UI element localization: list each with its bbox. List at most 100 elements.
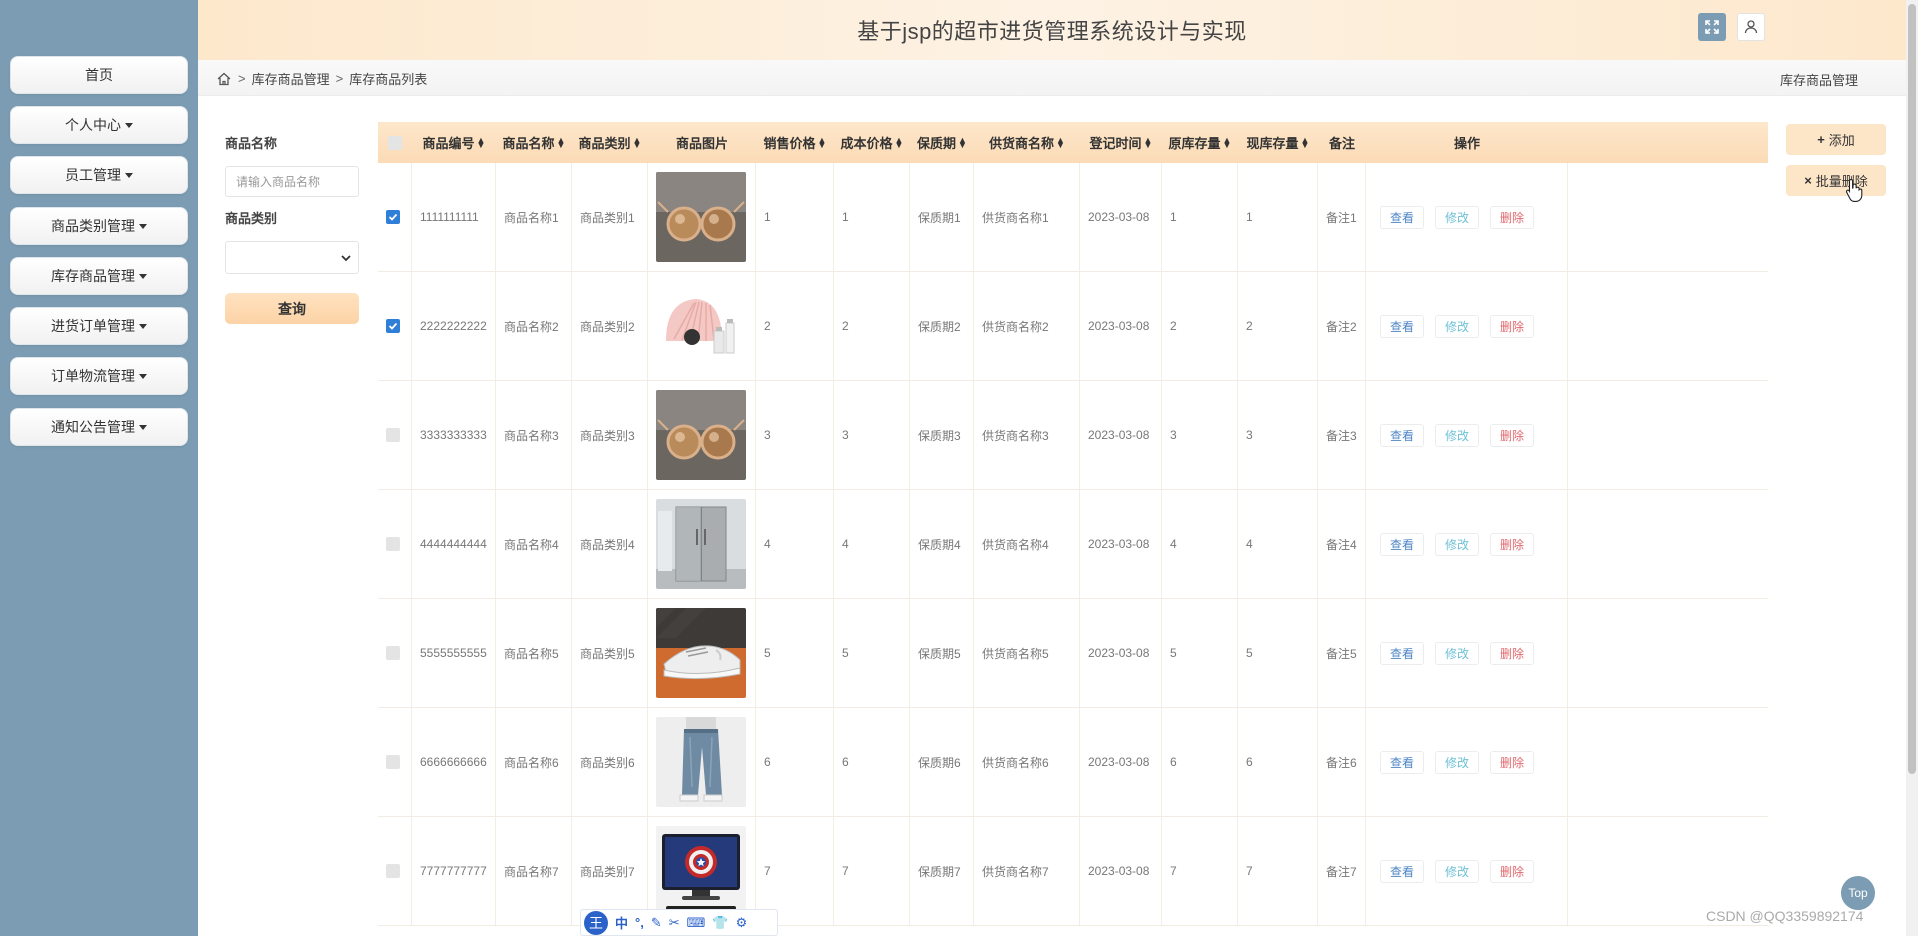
view-button[interactable]: 查看 — [1380, 750, 1425, 774]
query-button[interactable]: 查询 — [225, 293, 359, 324]
delete-button[interactable]: 删除 — [1490, 859, 1535, 883]
edit-button[interactable]: 修改 — [1435, 205, 1480, 229]
pen-icon[interactable]: ✎ — [651, 915, 662, 931]
column-header-label: 商品类别 — [578, 136, 631, 151]
cell-remark: 备注7 — [1318, 817, 1366, 925]
sort-icon[interactable]: ▲ ▼ — [1301, 135, 1310, 149]
column-header[interactable]: 商品类别 ▲ ▼ — [572, 122, 648, 163]
cell-orig-stock: 3 — [1162, 381, 1238, 489]
scissors-icon[interactable]: ✂ — [669, 915, 680, 931]
edit-button[interactable]: 修改 — [1435, 532, 1480, 556]
sidebar-item-5[interactable]: 进货订单管理 — [10, 307, 188, 345]
sidebar-item-3[interactable]: 商品类别管理 — [10, 207, 188, 245]
punctuation-icon[interactable]: °, — [635, 915, 644, 930]
row-checkbox[interactable] — [386, 864, 400, 878]
cell-date: 2023-03-08 — [1080, 163, 1162, 271]
row-select-cell — [378, 490, 412, 598]
sort-icon[interactable]: ▲ ▼ — [477, 135, 486, 149]
column-header[interactable]: 成本价格 ▲ ▼ — [834, 122, 910, 163]
sidebar-item-4[interactable]: 库存商品管理 — [10, 257, 188, 295]
sidebar-item-label: 通知公告管理 — [51, 419, 135, 435]
row-checkbox[interactable] — [386, 319, 400, 333]
edit-button[interactable]: 修改 — [1435, 859, 1480, 883]
row-checkbox[interactable] — [386, 646, 400, 660]
delete-button[interactable]: 删除 — [1490, 641, 1535, 665]
user-icon — [1744, 20, 1758, 34]
sort-icon[interactable]: ▲ ▼ — [1144, 135, 1153, 149]
product-category-select[interactable] — [225, 241, 359, 274]
view-button[interactable]: 查看 — [1380, 532, 1425, 556]
sort-icon[interactable]: ▲ ▼ — [958, 135, 967, 149]
column-header[interactable]: 现库存量 ▲ ▼ — [1238, 122, 1318, 163]
view-button[interactable]: 查看 — [1380, 423, 1425, 447]
table-row: 2222222222 商品名称2 商品类别2 2 2 保质期2 供货商名称2 2023-03-… — [378, 272, 1768, 381]
column-header[interactable]: 商品编号 ▲ ▼ — [412, 122, 496, 163]
sort-icon[interactable]: ▲ ▼ — [1056, 135, 1065, 149]
ime-mode-toggle[interactable]: 中 — [615, 913, 628, 932]
ime-logo-icon[interactable]: 王 — [584, 910, 608, 935]
add-button-label: 添加 — [1828, 133, 1855, 148]
cell-name: 商品名称6 — [496, 708, 572, 816]
delete-button[interactable]: 删除 — [1490, 532, 1535, 556]
add-button[interactable]: + 添加 — [1786, 124, 1886, 155]
cell-shelf-life: 保质期7 — [910, 817, 974, 925]
view-button[interactable]: 查看 — [1380, 641, 1425, 665]
sidebar-item-label: 商品类别管理 — [51, 218, 135, 234]
skin-icon[interactable]: 👕 — [712, 915, 728, 931]
settings-icon[interactable]: ⚙ — [736, 915, 748, 931]
row-checkbox[interactable] — [386, 537, 400, 551]
column-header[interactable]: 保质期 ▲ ▼ — [910, 122, 974, 163]
home-icon[interactable] — [216, 71, 232, 87]
view-button[interactable]: 查看 — [1380, 859, 1425, 883]
breadcrumb-item-list: 库存商品列表 — [349, 72, 428, 87]
sidebar-item-6[interactable]: 订单物流管理 — [10, 357, 188, 395]
product-name-input[interactable]: 请输入商品名称 — [225, 166, 359, 197]
page-scrollbar[interactable] — [1906, 0, 1918, 936]
row-checkbox[interactable] — [386, 210, 400, 224]
delete-button[interactable]: 删除 — [1490, 423, 1535, 447]
operations-cell: 查看 修改 删除 — [1366, 272, 1568, 380]
sort-icon[interactable]: ▲ ▼ — [895, 135, 904, 149]
delete-button[interactable]: 删除 — [1490, 205, 1535, 229]
cell-shelf-life: 保质期3 — [910, 381, 974, 489]
keyboard-icon[interactable]: ⌨ — [687, 915, 706, 931]
edit-button[interactable]: 修改 — [1435, 750, 1480, 774]
table-row: 1111111111 商品名称1 商品类别1 1 1 保质期1 供货商名称1 2023-03-… — [378, 163, 1768, 272]
row-checkbox[interactable] — [386, 755, 400, 769]
table-row: 6666666666 商品名称6 商品类别6 6 6 保质期6 供货商名称6 2023-03-… — [378, 708, 1768, 817]
fullscreen-button[interactable] — [1698, 13, 1726, 41]
edit-button[interactable]: 修改 — [1435, 314, 1480, 338]
view-button[interactable]: 查看 — [1380, 314, 1425, 338]
header: 基于jsp的超市进货管理系统设计与实现 — [198, 0, 1906, 60]
user-menu-button[interactable] — [1737, 13, 1765, 41]
column-header[interactable]: 原库存量 ▲ ▼ — [1162, 122, 1238, 163]
product-image-cell — [648, 490, 756, 598]
delete-button[interactable]: 删除 — [1490, 314, 1535, 338]
column-header[interactable]: 登记时间 ▲ ▼ — [1080, 122, 1162, 163]
row-checkbox[interactable] — [386, 428, 400, 442]
sidebar-item-7[interactable]: 通知公告管理 — [10, 408, 188, 446]
sort-icon[interactable]: ▲ ▼ — [818, 135, 827, 149]
sidebar-item-0[interactable]: 首页 — [10, 56, 188, 94]
select-all-checkbox[interactable] — [388, 135, 402, 150]
batch-delete-button[interactable]: × 批量删除 — [1786, 165, 1886, 196]
cell-cur-stock: 2 — [1238, 272, 1318, 380]
column-header[interactable]: 商品名称 ▲ ▼ — [496, 122, 572, 163]
product-image — [656, 608, 746, 698]
sort-icon[interactable]: ▲ ▼ — [633, 135, 642, 149]
sort-icon[interactable]: ▲ ▼ — [557, 135, 566, 149]
column-header-label: 成本价格 — [840, 136, 893, 151]
delete-button[interactable]: 删除 — [1490, 750, 1535, 774]
edit-button[interactable]: 修改 — [1435, 423, 1480, 447]
breadcrumb-item-inventory[interactable]: 库存商品管理 — [252, 69, 330, 88]
back-to-top-button[interactable]: Top — [1841, 876, 1875, 910]
column-header[interactable]: 供货商名称 ▲ ▼ — [974, 122, 1080, 163]
sort-icon[interactable]: ▲ ▼ — [1223, 135, 1232, 149]
sidebar-item-1[interactable]: 个人中心 — [10, 106, 188, 144]
cell-name: 商品名称1 — [496, 163, 572, 271]
edit-button[interactable]: 修改 — [1435, 641, 1480, 665]
scrollbar-thumb[interactable] — [1908, 4, 1916, 774]
column-header[interactable]: 销售价格 ▲ ▼ — [756, 122, 834, 163]
view-button[interactable]: 查看 — [1380, 205, 1425, 229]
sidebar-item-2[interactable]: 员工管理 — [10, 156, 188, 194]
